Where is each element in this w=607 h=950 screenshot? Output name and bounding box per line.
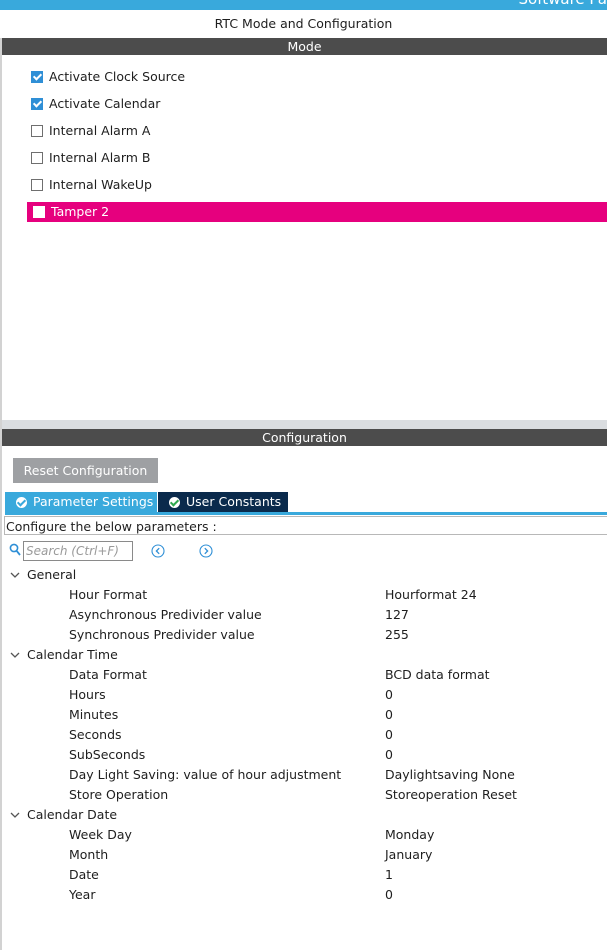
checkbox-unchecked[interactable] [31,179,43,191]
tab-parameter-settings[interactable]: Parameter Settings [5,492,157,512]
param-value[interactable]: 0 [385,685,393,705]
param-value[interactable]: 0 [385,745,393,765]
checkbox-unchecked[interactable] [31,125,43,137]
check-circle-icon [169,497,180,508]
checkbox-unchecked[interactable] [31,152,43,164]
mode-item-internal-alarm-a[interactable]: Internal Alarm A [31,121,150,141]
mode-item-activate-clock-source[interactable]: Activate Clock Source [31,67,185,87]
param-value[interactable]: 0 [385,885,393,905]
chevron-down-icon [10,572,20,578]
group-label: Calendar Time [27,647,118,662]
param-value[interactable]: BCD data format [385,665,490,685]
param-name: Hours [69,687,106,702]
param-value[interactable]: 1 [385,865,393,885]
param-value[interactable]: 0 [385,725,393,745]
mode-item-label: Internal WakeUp [49,177,152,192]
tab-label: User Constants [186,494,282,509]
mode-item-label: Activate Calendar [49,96,161,111]
param-name: Week Day [69,827,132,842]
checkbox-checked[interactable] [31,98,43,110]
top-header-strip: Software Pa [0,0,607,10]
previous-icon[interactable] [151,544,165,558]
param-name: Date [69,867,99,882]
param-value[interactable]: 255 [385,625,409,645]
chevron-down-icon [10,652,20,658]
instruction-text: Configure the below parameters : [4,516,607,535]
mode-item-internal-alarm-b[interactable]: Internal Alarm B [31,148,150,168]
tab-label: Parameter Settings [33,494,154,509]
param-name: Hour Format [69,587,148,602]
param-value[interactable]: 0 [385,705,393,725]
param-value[interactable]: Daylightsaving None [385,765,515,785]
configuration-header: Configuration [2,429,607,446]
tab-underline [5,512,607,515]
param-name: SubSeconds [69,747,146,762]
mode-item-label: Activate Clock Source [49,69,186,84]
search-input[interactable] [23,541,133,561]
panel-title: RTC Mode and Configuration [214,16,393,31]
param-value[interactable]: January [385,845,432,865]
group-calendar-time[interactable]: Calendar Time [10,645,118,665]
mode-item-tamper-2[interactable]: Tamper 2 [27,202,607,222]
tab-user-constants[interactable]: User Constants [158,492,288,512]
param-value[interactable]: Hourformat 24 [385,585,477,605]
param-value[interactable]: 127 [385,605,409,625]
mode-item-internal-wakeup[interactable]: Internal WakeUp [31,175,152,195]
param-name: Year [69,887,96,902]
pane-separator[interactable] [2,420,607,429]
mode-item-activate-calendar[interactable]: Activate Calendar [31,94,160,114]
chevron-down-icon [10,812,20,818]
param-name: Month [69,847,109,862]
param-value[interactable]: Monday [385,825,434,845]
mode-item-label: Internal Alarm B [49,150,151,165]
mode-item-label: Tamper 2 [51,204,110,219]
checkbox-checked[interactable] [31,71,43,83]
check-circle-icon [16,497,27,508]
param-name: Synchronous Predivider value [69,627,255,642]
param-name: Asynchronous Predivider value [69,607,262,622]
group-calendar-date[interactable]: Calendar Date [10,805,117,825]
checkbox-unchecked[interactable] [33,206,45,218]
search-icon[interactable] [9,543,21,557]
reset-configuration-button[interactable]: Reset Configuration [13,458,158,483]
group-label: Calendar Date [27,807,118,822]
param-value[interactable]: Storeoperation Reset [385,785,517,805]
mode-header: Mode [2,38,607,55]
mode-item-label: Internal Alarm A [49,123,151,138]
header-title-partial: Software Pa [519,0,607,8]
param-name: Day Light Saving: value of hour adjustme… [69,767,342,782]
group-general[interactable]: General [10,565,76,585]
param-name: Data Format [69,667,147,682]
param-name: Minutes [69,707,119,722]
param-name: Store Operation [69,787,169,802]
group-label: General [27,567,77,582]
param-name: Seconds [69,727,122,742]
next-icon[interactable] [199,544,213,558]
